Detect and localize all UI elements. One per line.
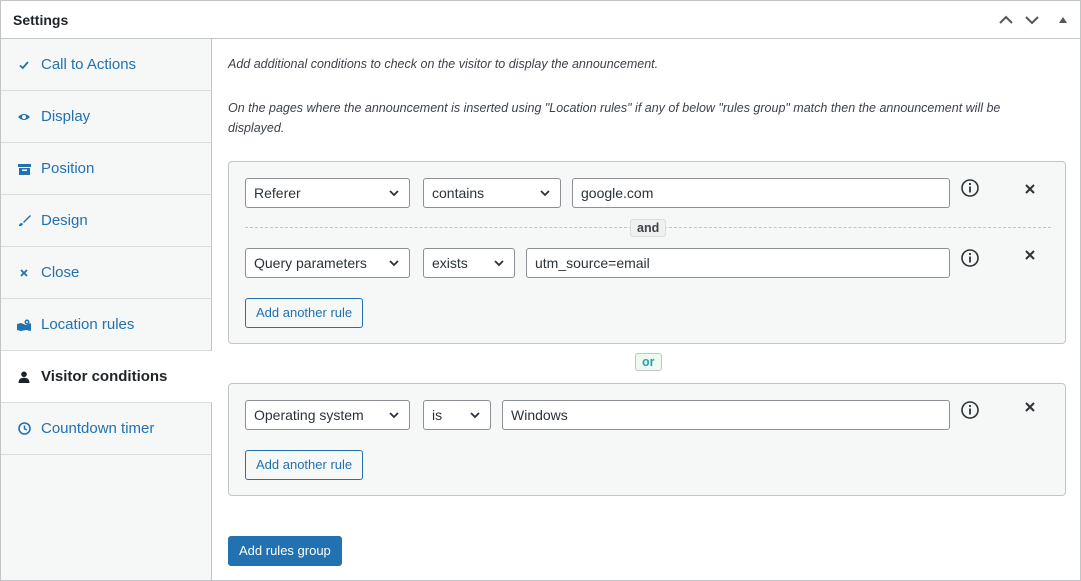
tab-label: Close bbox=[41, 264, 80, 281]
tab-call-to-actions[interactable]: Call to Actions bbox=[1, 39, 211, 91]
tab-countdown-timer[interactable]: Countdown timer bbox=[1, 403, 211, 455]
tab-visitor-conditions[interactable]: Visitor conditions bbox=[1, 351, 212, 403]
tab-label: Display bbox=[41, 108, 91, 125]
rule-operator-select[interactable]: is bbox=[423, 400, 491, 430]
eye-icon bbox=[17, 110, 31, 124]
brush-icon bbox=[17, 214, 31, 228]
move-up-button[interactable] bbox=[996, 10, 1016, 30]
rule-value-input[interactable]: Windows bbox=[502, 400, 950, 430]
rule-operator-select[interactable]: contains bbox=[423, 178, 561, 208]
rules-group-2: Operating system is Windows Add another … bbox=[228, 383, 1066, 496]
tab-label: Design bbox=[41, 212, 88, 229]
tab-design[interactable]: Design bbox=[1, 195, 211, 247]
tab-close[interactable]: Close bbox=[1, 247, 211, 299]
chevron-down-icon bbox=[494, 260, 504, 267]
or-badge: or bbox=[635, 353, 662, 371]
and-badge: and bbox=[630, 219, 667, 237]
chevron-down-icon bbox=[540, 190, 550, 197]
tab-label: Location rules bbox=[41, 316, 135, 333]
move-down-button[interactable] bbox=[1022, 10, 1042, 30]
tab-label: Call to Actions bbox=[41, 56, 137, 73]
remove-rule-icon[interactable] bbox=[1023, 400, 1037, 414]
info-icon[interactable] bbox=[960, 178, 980, 198]
info-icon[interactable] bbox=[960, 400, 980, 420]
rule-field-select[interactable]: Referer bbox=[245, 178, 410, 208]
sidebar: Call to Actions Display Position Design … bbox=[1, 39, 212, 580]
panel-header: Settings bbox=[1, 1, 1080, 39]
chevron-down-icon bbox=[470, 412, 480, 419]
info-icon[interactable] bbox=[960, 248, 980, 268]
check-icon bbox=[17, 58, 31, 72]
description-location-rules: On the pages where the announcement is i… bbox=[228, 101, 1001, 135]
add-another-rule-button[interactable]: Add another rule bbox=[245, 298, 364, 328]
location-icon bbox=[17, 318, 31, 332]
tab-label: Countdown timer bbox=[41, 420, 155, 437]
rule-operator-value: contains bbox=[432, 185, 485, 201]
tab-label: Visitor conditions bbox=[41, 368, 168, 385]
visitor-conditions-content: Add additional conditions to check on th… bbox=[213, 39, 1080, 580]
chevron-up-icon bbox=[999, 15, 1013, 24]
rule-operator-value: is bbox=[432, 407, 443, 423]
rule-field-select[interactable]: Query parameters bbox=[245, 248, 410, 278]
close-icon bbox=[17, 266, 31, 280]
rule-field-select[interactable]: Operating system bbox=[245, 400, 410, 430]
tab-location-rules[interactable]: Location rules bbox=[1, 299, 211, 351]
rule-operator-value: exists bbox=[432, 255, 468, 271]
triangle-up-icon bbox=[1059, 17, 1067, 23]
tab-display[interactable]: Display bbox=[1, 91, 211, 143]
chevron-down-icon bbox=[389, 412, 399, 419]
collapse-button[interactable] bbox=[1053, 10, 1073, 30]
rule-field-value: Referer bbox=[254, 185, 301, 201]
rule-value-text: utm_source=email bbox=[535, 255, 650, 271]
user-icon bbox=[17, 370, 31, 384]
rule-field-value: Query parameters bbox=[254, 255, 367, 271]
archive-icon bbox=[17, 162, 31, 176]
remove-rule-icon[interactable] bbox=[1023, 248, 1037, 262]
add-rules-group-button[interactable]: Add rules group bbox=[228, 536, 342, 566]
tab-label: Position bbox=[41, 160, 95, 177]
rule-value-text: Windows bbox=[511, 407, 568, 423]
clock-icon bbox=[17, 422, 31, 436]
rule-operator-select[interactable]: exists bbox=[423, 248, 515, 278]
rule-value-text: google.com bbox=[581, 185, 654, 201]
rule-field-value: Operating system bbox=[254, 407, 364, 423]
chevron-down-icon bbox=[389, 190, 399, 197]
chevron-down-icon bbox=[389, 260, 399, 267]
description-intro: Add additional conditions to check on th… bbox=[228, 57, 659, 71]
tab-position[interactable]: Position bbox=[1, 143, 211, 195]
rule-value-input[interactable]: google.com bbox=[572, 178, 950, 208]
panel-title: Settings bbox=[13, 12, 69, 28]
remove-rule-icon[interactable] bbox=[1023, 182, 1037, 196]
rules-group-1: Referer contains google.com and Query pa… bbox=[228, 161, 1066, 344]
rule-value-input[interactable]: utm_source=email bbox=[526, 248, 950, 278]
add-another-rule-button[interactable]: Add another rule bbox=[245, 450, 364, 480]
settings-panel: Settings Call to Actions Display Positio… bbox=[0, 0, 1081, 581]
chevron-down-icon bbox=[1025, 16, 1039, 25]
